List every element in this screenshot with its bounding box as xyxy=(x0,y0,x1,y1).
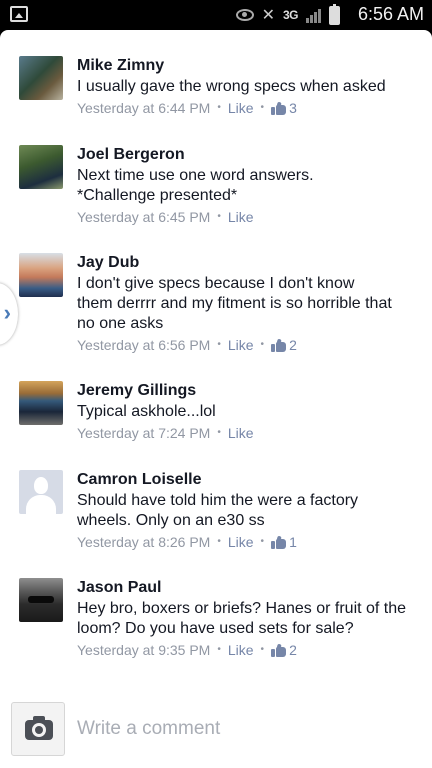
comment-text: I usually gave the wrong specs when aske… xyxy=(77,78,386,95)
comment-timestamp[interactable]: Yesterday at 9:35 PM xyxy=(77,640,210,660)
separator-dot: • xyxy=(260,102,265,113)
comment-meta: Yesterday at 6:45 PM • Like xyxy=(77,207,417,227)
like-count[interactable]: 2 xyxy=(289,640,297,660)
comment-timestamp[interactable]: Yesterday at 6:56 PM xyxy=(77,335,210,355)
separator-dot: • xyxy=(217,339,221,350)
thumbs-up-icon[interactable] xyxy=(271,338,287,352)
like-button[interactable]: Like xyxy=(228,532,254,552)
comment-meta: Yesterday at 9:35 PM • Like • 2 xyxy=(77,640,417,660)
separator-dot: • xyxy=(260,536,265,547)
separator-dot: • xyxy=(260,339,265,350)
thumbs-up-icon[interactable] xyxy=(271,535,287,549)
like-button[interactable]: Like xyxy=(228,423,254,443)
comments-sheet: Mike Zimny I usually gave the wrong spec… xyxy=(0,30,432,768)
separator-dot: • xyxy=(217,644,221,655)
commenter-name[interactable]: Jason Paul xyxy=(77,578,417,598)
status-icons: ✕ 3G xyxy=(235,3,340,25)
separator-dot: • xyxy=(217,211,221,222)
comment-timestamp[interactable]: Yesterday at 6:45 PM xyxy=(77,207,210,227)
like-count[interactable]: 2 xyxy=(289,335,297,355)
comment-text: I don't give specs because I don't know … xyxy=(77,275,392,332)
chevron-right-icon: › xyxy=(3,300,11,325)
comment-timestamp[interactable]: Yesterday at 7:24 PM xyxy=(77,423,210,443)
comment-input[interactable] xyxy=(77,714,417,744)
avatar[interactable] xyxy=(19,145,63,189)
like-button[interactable]: Like xyxy=(228,335,254,355)
status-bar: ✕ 3G 6:56 AM xyxy=(0,0,432,30)
avatar[interactable] xyxy=(19,381,63,425)
separator-dot: • xyxy=(217,427,221,438)
network-type: 3G xyxy=(282,8,299,22)
comment-text: Typical askhole...lol xyxy=(77,403,216,420)
camera-button[interactable] xyxy=(11,702,65,756)
comment-text: Hey bro, boxers or briefs? Hanes or frui… xyxy=(77,600,407,637)
separator-dot: • xyxy=(260,644,265,655)
like-button[interactable]: Like xyxy=(228,98,254,118)
like-count[interactable]: 3 xyxy=(289,98,297,118)
separator-dot: • xyxy=(217,102,221,113)
comment-meta: Yesterday at 6:56 PM • Like • 2 xyxy=(77,335,417,355)
avatar[interactable] xyxy=(19,253,63,297)
comment-timestamp[interactable]: Yesterday at 6:44 PM xyxy=(77,98,210,118)
avatar[interactable] xyxy=(19,578,63,622)
smart-stay-icon xyxy=(235,9,254,21)
battery-icon xyxy=(329,3,340,25)
commenter-name[interactable]: Jeremy Gillings xyxy=(77,381,417,401)
commenter-name[interactable]: Joel Bergeron xyxy=(77,145,417,165)
commenter-name[interactable]: Camron Loiselle xyxy=(77,470,417,490)
comment-composer xyxy=(0,690,432,768)
comment-text: Should have told him the were a factory … xyxy=(77,492,359,529)
comment-timestamp[interactable]: Yesterday at 8:26 PM xyxy=(77,532,210,552)
like-button[interactable]: Like xyxy=(228,207,254,227)
gallery-notification-icon xyxy=(10,6,28,22)
commenter-name[interactable]: Mike Zimny xyxy=(77,56,417,76)
comment-meta: Yesterday at 8:26 PM • Like • 1 xyxy=(77,532,417,552)
like-button[interactable]: Like xyxy=(228,640,254,660)
separator-dot: • xyxy=(217,536,221,547)
commenter-name[interactable]: Jay Dub xyxy=(77,253,417,273)
avatar[interactable] xyxy=(19,56,63,100)
comment-text: Next time use one word answers. *Challen… xyxy=(77,167,314,204)
mute-icon: ✕ xyxy=(261,7,275,24)
signal-icon xyxy=(306,7,321,23)
thumbs-up-icon[interactable] xyxy=(271,101,287,115)
thumbs-up-icon[interactable] xyxy=(271,643,287,657)
status-time: 6:56 AM xyxy=(357,4,424,24)
chat-heads-tab[interactable]: › xyxy=(0,283,18,345)
like-count[interactable]: 1 xyxy=(289,532,297,552)
comment-meta: Yesterday at 7:24 PM • Like xyxy=(77,423,417,443)
avatar[interactable] xyxy=(19,470,63,514)
comment-meta: Yesterday at 6:44 PM • Like • 3 xyxy=(77,98,417,118)
